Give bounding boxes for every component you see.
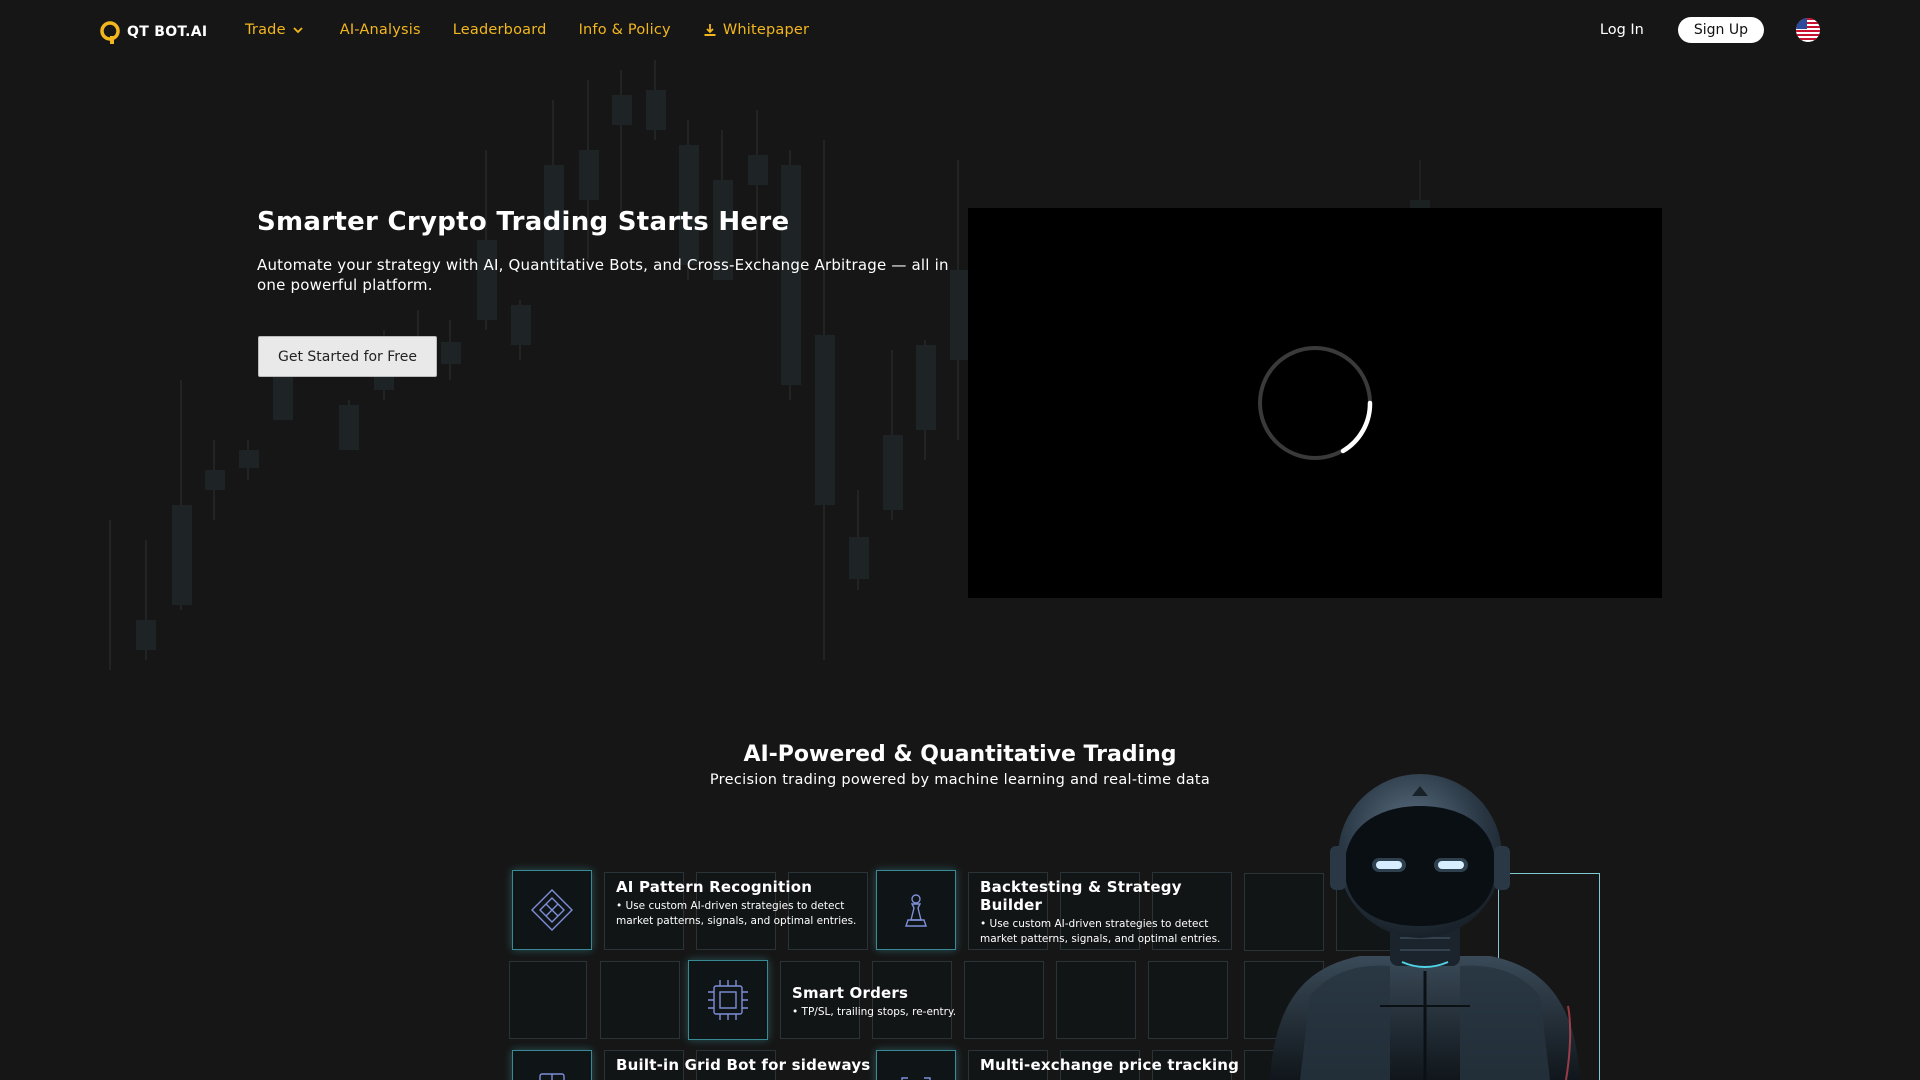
logo[interactable]: QT BOT.AI <box>99 20 207 44</box>
feature-title: AI Pattern Recognition <box>616 878 813 896</box>
section-title: AI-Powered & Quantitative Trading <box>743 742 1177 767</box>
tile <box>600 961 680 1039</box>
robot-illustration <box>1270 774 1580 1080</box>
nav-info-policy-label: Info & Policy <box>578 22 671 38</box>
feature-title: Smart Orders <box>792 984 909 1002</box>
chevron-down-icon <box>293 27 303 34</box>
feature-multi-exchange: Multi-exchange price tracking <box>980 1056 1240 1077</box>
feature-backtesting: Backtesting & Strategy Builder • Use cus… <box>980 878 1235 947</box>
signup-button[interactable]: Sign Up <box>1677 17 1764 43</box>
nav-links: Trade AI-Analysis Leaderboard Info & Pol… <box>245 22 809 38</box>
nav-ai-analysis[interactable]: AI-Analysis <box>340 22 421 38</box>
feature-grid-bot: Built-in Grid Bot for sideways <box>616 1056 876 1077</box>
feature-description: • Use custom AI-driven strategies to det… <box>980 918 1221 945</box>
chip-icon-box <box>688 960 768 1040</box>
hero-title: Smarter Crypto Trading Starts Here <box>257 207 790 237</box>
tile <box>1148 961 1228 1039</box>
feature-smart-orders: Smart Orders • TP/SL, trailing stops, re… <box>792 984 1032 1020</box>
puzzle-icon-box <box>512 870 592 950</box>
tracking-icon-box <box>876 1050 956 1080</box>
logo-text: QT BOT.AI <box>127 24 208 40</box>
feature-description: • TP/SL, trailing stops, re-entry. <box>792 1006 957 1018</box>
nav-whitepaper[interactable]: Whitepaper <box>703 22 809 38</box>
section-subtitle: Precision trading powered by machine lea… <box>709 772 1211 788</box>
get-started-button[interactable]: Get Started for Free <box>258 336 437 377</box>
tracking-icon <box>901 1077 931 1080</box>
chess-pawn-icon-box <box>876 870 956 950</box>
hero-video-player[interactable] <box>968 208 1662 598</box>
top-navigation: QT BOT.AI Trade AI-Analysis Leaderboard … <box>0 0 1920 64</box>
grid-bot-icon <box>539 1073 565 1080</box>
hero-subtitle: Automate your strategy with AI, Quantita… <box>257 256 949 294</box>
nav-trade[interactable]: Trade <box>245 22 304 38</box>
nav-leaderboard-label: Leaderboard <box>452 22 547 38</box>
tile <box>1056 961 1136 1039</box>
nav-leaderboard[interactable]: Leaderboard <box>453 22 547 38</box>
us-flag-icon[interactable] <box>1796 18 1820 42</box>
loading-spinner-icon <box>1258 346 1373 460</box>
feature-description: • Use custom AI-driven strategies to det… <box>616 900 857 927</box>
nav-whitepaper-label: Whitepaper <box>722 22 810 38</box>
nav-ai-analysis-label: AI-Analysis <box>339 22 421 38</box>
tile <box>509 961 587 1039</box>
chess-pawn-icon <box>905 894 927 927</box>
download-icon <box>704 24 716 36</box>
grid-bot-icon-box <box>512 1050 592 1080</box>
nav-info-policy[interactable]: Info & Policy <box>579 22 671 38</box>
feature-title: Backtesting & Strategy Builder <box>980 878 1182 914</box>
nav-actions: Log In Sign Up <box>1600 17 1820 43</box>
feature-title: Built-in Grid Bot for sideways <box>616 1056 871 1074</box>
chip-icon <box>708 980 748 1020</box>
feature-title: Multi-exchange price tracking <box>980 1056 1240 1074</box>
nav-trade-label: Trade <box>245 22 286 38</box>
login-link[interactable]: Log In <box>1600 22 1644 38</box>
logo-icon <box>100 21 120 44</box>
feature-ai-pattern: AI Pattern Recognition • Use custom AI-d… <box>616 878 871 929</box>
puzzle-icon <box>531 889 573 931</box>
